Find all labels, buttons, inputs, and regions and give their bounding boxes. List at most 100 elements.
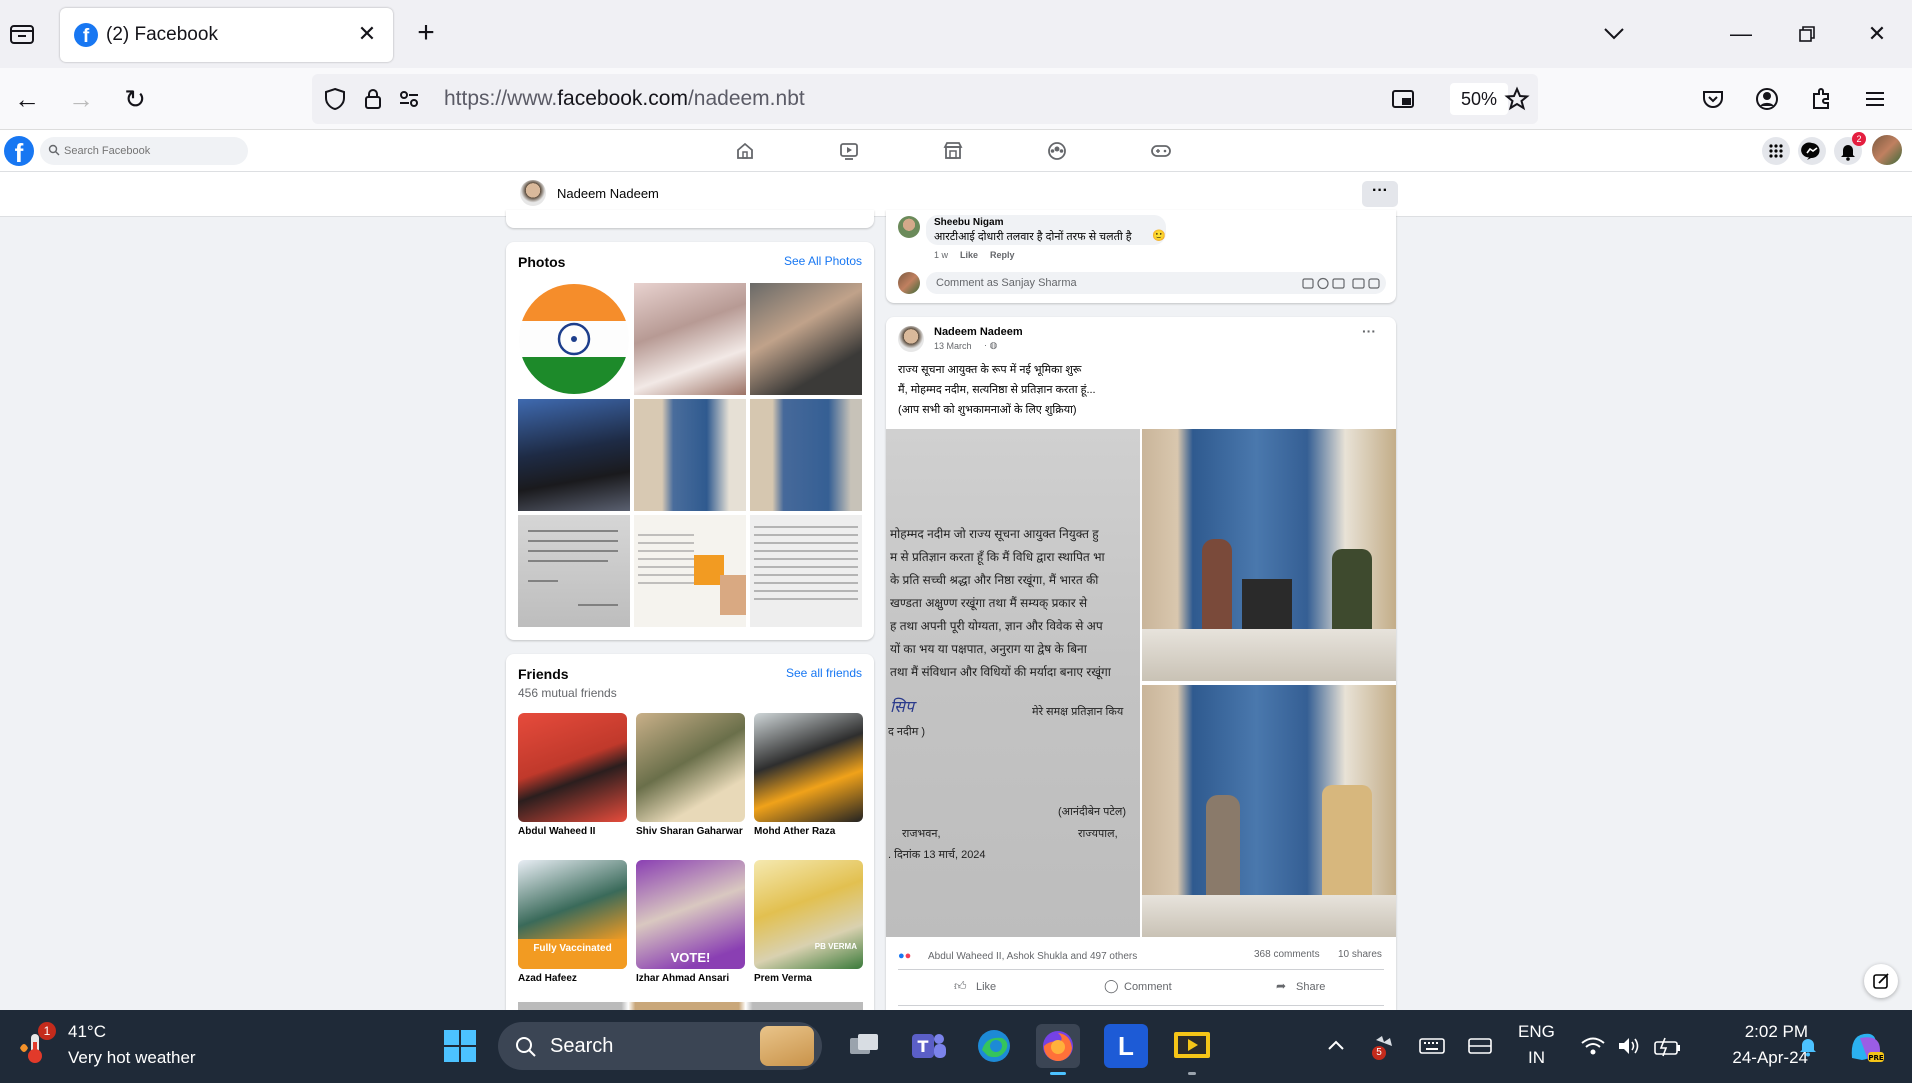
clock-time[interactable]: 2:02 PM: [1718, 1022, 1808, 1042]
notification-bell-icon[interactable]: [1796, 1034, 1820, 1058]
friend-name[interactable]: Abdul Waheed II: [518, 826, 595, 837]
firefox-icon[interactable]: [1036, 1024, 1080, 1075]
photo-thumb[interactable]: [518, 283, 630, 395]
facebook-logo-icon[interactable]: f: [4, 136, 34, 166]
account-icon[interactable]: [1754, 86, 1780, 112]
friend-name[interactable]: Izhar Ahmad Ansari: [636, 973, 729, 984]
facebook-search[interactable]: [40, 137, 248, 165]
home-icon[interactable]: [732, 138, 758, 164]
post-more-button[interactable]: ···: [1362, 323, 1376, 339]
shield-icon[interactable]: [322, 86, 348, 112]
avatar[interactable]: [898, 326, 924, 352]
friend-photo[interactable]: [636, 713, 745, 822]
new-message-button[interactable]: [1864, 964, 1898, 998]
post-author[interactable]: Nadeem Nadeem: [934, 326, 1023, 338]
comment-tools-icon[interactable]: [1302, 277, 1382, 290]
task-view-icon[interactable]: [842, 1024, 886, 1068]
edge-icon[interactable]: [972, 1024, 1016, 1068]
menu-icon[interactable]: [1862, 86, 1888, 112]
messenger-icon[interactable]: [1798, 137, 1826, 165]
start-button[interactable]: [440, 1026, 480, 1066]
tablet-mode-icon[interactable]: [1466, 1034, 1494, 1058]
like-button[interactable]: 👍︎ Like: [954, 977, 1034, 999]
pocket-icon[interactable]: [1700, 86, 1726, 112]
tab-facebook[interactable]: f (2) Facebook ✕: [60, 8, 393, 62]
back-icon[interactable]: ←: [10, 82, 44, 116]
see-all-photos-link[interactable]: See All Photos: [784, 254, 862, 268]
comment-author[interactable]: Sheebu Nigam: [934, 217, 1003, 228]
friend-name[interactable]: Prem Verma: [754, 973, 812, 984]
volume-icon[interactable]: [1616, 1034, 1642, 1058]
presentation-app-icon[interactable]: [1170, 1024, 1214, 1075]
gaming-icon[interactable]: [1148, 138, 1174, 164]
shares-count[interactable]: 10 shares: [1338, 949, 1382, 960]
friend-name[interactable]: Shiv Sharan Gaharwar: [636, 826, 743, 837]
reactions-summary[interactable]: Abdul Waheed II, Ashok Shukla and 497 ot…: [928, 951, 1137, 962]
restore-icon[interactable]: [1784, 14, 1830, 54]
friend-photo[interactable]: VOTE!: [636, 860, 745, 969]
profile-name[interactable]: Nadeem Nadeem: [557, 186, 659, 201]
search-input[interactable]: [64, 142, 242, 160]
see-all-friends-link[interactable]: See all friends: [786, 666, 862, 680]
photo-thumb[interactable]: [634, 399, 746, 511]
post-photo-ceremony[interactable]: [1142, 429, 1396, 681]
weather-description[interactable]: Very hot weather: [68, 1048, 196, 1068]
video-icon[interactable]: [836, 138, 862, 164]
marketplace-icon[interactable]: [940, 138, 966, 164]
forward-icon[interactable]: →: [64, 82, 98, 116]
permissions-icon[interactable]: [396, 86, 422, 112]
weather-widget[interactable]: 1: [16, 1022, 56, 1066]
comment-button[interactable]: ◯ Comment: [1104, 977, 1194, 999]
url-text[interactable]: https://www.facebook.com/nadeem.nbt: [444, 87, 805, 111]
extensions-icon[interactable]: [1808, 86, 1834, 112]
tab-close-icon[interactable]: ✕: [353, 20, 381, 48]
avatar[interactable]: [520, 180, 546, 206]
post-date[interactable]: 13 March: [934, 341, 972, 351]
wifi-icon[interactable]: [1580, 1034, 1606, 1058]
avatar[interactable]: [898, 216, 920, 238]
friend-name[interactable]: Azad Hafeez: [518, 973, 577, 984]
account-avatar[interactable]: [1872, 135, 1902, 165]
close-window-icon[interactable]: ✕: [1854, 14, 1900, 54]
friend-photo[interactable]: Fully Vaccinated: [518, 860, 627, 969]
zoom-level[interactable]: 50%: [1450, 83, 1508, 115]
clock-date[interactable]: 24-Apr-24: [1700, 1048, 1808, 1068]
apps-menu-icon[interactable]: [1762, 137, 1790, 165]
comments-count[interactable]: 368 comments: [1254, 949, 1320, 960]
friend-name[interactable]: Mohd Ather Raza: [754, 826, 835, 837]
friend-photo[interactable]: [754, 713, 863, 822]
chevron-down-icon[interactable]: [1600, 22, 1628, 46]
share-button[interactable]: ➦ Share: [1276, 977, 1356, 999]
photo-thumb[interactable]: [518, 399, 630, 511]
copilot-icon[interactable]: PRE: [1846, 1028, 1886, 1066]
tab-list-icon[interactable]: [8, 20, 36, 48]
photo-thumb[interactable]: [518, 515, 630, 627]
post-photo-ceremony[interactable]: [1142, 685, 1396, 937]
photo-thumb[interactable]: [634, 515, 746, 627]
comment-reply-link[interactable]: Reply: [990, 250, 1015, 260]
keyboard-icon[interactable]: [1418, 1034, 1446, 1058]
weather-temperature[interactable]: 41°C: [68, 1022, 106, 1042]
minimize-icon[interactable]: —: [1718, 14, 1764, 54]
groups-icon[interactable]: [1044, 138, 1070, 164]
new-tab-icon[interactable]: +: [410, 18, 442, 50]
lock-icon[interactable]: [360, 86, 386, 112]
photo-thumb[interactable]: [750, 399, 862, 511]
chevron-up-icon[interactable]: [1324, 1034, 1348, 1058]
bookmark-star-icon[interactable]: [1504, 86, 1530, 112]
url-bar[interactable]: https://www.facebook.com/nadeem.nbt 50%: [312, 74, 1538, 124]
friend-photo[interactable]: [518, 713, 627, 822]
comment-like-link[interactable]: Like: [960, 250, 978, 260]
more-options-button[interactable]: ···: [1362, 181, 1398, 207]
photo-thumb[interactable]: [750, 515, 862, 627]
input-language[interactable]: ENG: [1518, 1022, 1555, 1042]
photo-thumb[interactable]: [750, 283, 862, 395]
picture-in-picture-icon[interactable]: [1390, 86, 1416, 112]
friend-photo[interactable]: PB VERMA: [754, 860, 863, 969]
tray-app-icon[interactable]: 5: [1370, 1032, 1398, 1060]
comment-composer[interactable]: Comment as Sanjay Sharma: [926, 272, 1386, 294]
reload-icon[interactable]: ↻: [118, 82, 152, 116]
battery-icon[interactable]: [1652, 1034, 1682, 1058]
l-app-icon[interactable]: L: [1104, 1024, 1148, 1068]
post-photo-document[interactable]: मोहम्मद नदीम जो राज्य सूचना आयुक्त नियुक…: [886, 429, 1140, 937]
